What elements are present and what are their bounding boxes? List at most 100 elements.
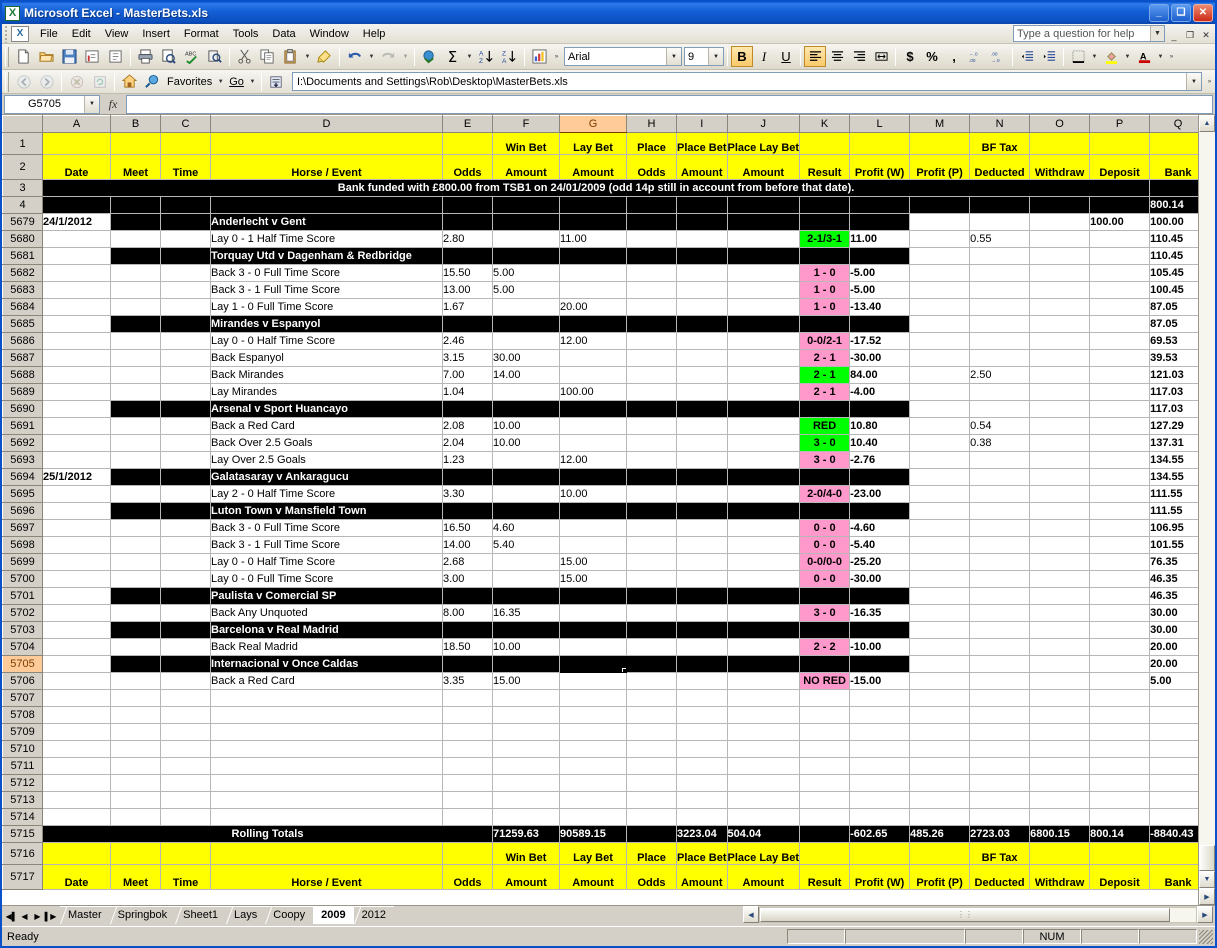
font-color-dropdown-icon[interactable]: ▼ — [1155, 46, 1166, 68]
grid-cell-f5680[interactable] — [492, 230, 560, 248]
grid-cell-j5687[interactable] — [727, 349, 801, 367]
row-header-4[interactable]: 4 — [2, 196, 43, 214]
grid-cell-d5681[interactable]: Torquay Utd v Dagenham & Redbridge — [210, 247, 443, 265]
grid-cell-d5685[interactable]: Mirandes v Espanyol — [210, 315, 443, 333]
grid-cell-e5687[interactable]: 3.15 — [442, 349, 493, 367]
grid-cell-e5711[interactable] — [442, 757, 493, 775]
chart-wizard-icon[interactable] — [528, 46, 551, 68]
grid-cell-n5705[interactable] — [969, 655, 1031, 673]
grid-cell-f5697[interactable]: 4.60 — [492, 519, 560, 537]
grid-cell-a5698[interactable] — [42, 536, 111, 554]
grid-cell-c5679[interactable] — [160, 213, 211, 231]
row-header-5684[interactable]: 5684 — [2, 298, 43, 316]
grid-cell-i5698[interactable] — [676, 536, 728, 554]
grid-cell-e5690[interactable] — [442, 400, 493, 418]
grid-cell-f5713[interactable] — [492, 791, 560, 809]
header-top-i[interactable]: Place Bet — [676, 132, 728, 155]
undo-dropdown-icon[interactable]: ▼ — [366, 46, 377, 68]
grid-cell-n5684[interactable] — [969, 298, 1031, 316]
column-header-m[interactable]: M — [909, 115, 971, 133]
grid-cell-l5695[interactable]: -23.00 — [849, 485, 911, 503]
row-header-5707[interactable]: 5707 — [2, 689, 43, 707]
grid-cell-a5694[interactable]: 25/1/2012 — [42, 468, 111, 486]
grid-cell-m5687[interactable] — [909, 349, 971, 367]
grid-cell-c5697[interactable] — [160, 519, 211, 537]
grid-cell-c5700[interactable] — [160, 570, 211, 588]
row-header-5680[interactable]: 5680 — [2, 230, 43, 248]
grid-cell-e5706[interactable]: 3.35 — [442, 672, 493, 690]
open-icon[interactable] — [35, 46, 58, 68]
grid-cell-b5679[interactable] — [110, 213, 161, 231]
grid-cell-n5694[interactable] — [969, 468, 1031, 486]
grid-cell-b5712[interactable] — [110, 774, 161, 792]
grid-cell-g5711[interactable] — [559, 757, 627, 775]
grid-cell-a5699[interactable] — [42, 553, 111, 571]
permission-icon[interactable] — [104, 46, 127, 68]
grid-cell-d5714[interactable] — [210, 808, 443, 826]
grid-cell-l5703[interactable] — [849, 621, 911, 639]
menu-item-file[interactable]: File — [33, 26, 65, 42]
row-header-5715[interactable]: 5715 — [2, 825, 43, 843]
grid-cell-g5708[interactable] — [559, 706, 627, 724]
grid-cell-i5713[interactable] — [676, 791, 728, 809]
column-title-i[interactable]: Amount — [676, 154, 728, 180]
grid-cell-k5706[interactable]: NO RED — [799, 672, 851, 690]
grid-cell-d5699[interactable]: Lay 0 - 0 Half Time Score — [210, 553, 443, 571]
menu-item-help[interactable]: Help — [356, 26, 393, 42]
grid-cell-d5680[interactable]: Lay 0 - 1 Half Time Score — [210, 230, 443, 248]
grid-cell-c5681[interactable] — [160, 247, 211, 265]
grid-cell-m5697[interactable] — [909, 519, 971, 537]
grid-cell-e5686[interactable]: 2.46 — [442, 332, 493, 350]
grid-cell-o5687[interactable] — [1029, 349, 1091, 367]
grid-cell-j5695[interactable] — [727, 485, 801, 503]
grid-cell-c5682[interactable] — [160, 264, 211, 282]
grid-cell-f5691[interactable]: 10.00 — [492, 417, 560, 435]
copy-icon[interactable] — [256, 46, 279, 68]
grid-cell-d5682[interactable]: Back 3 - 0 Full Time Score — [210, 264, 443, 282]
footer-header-top-m[interactable] — [909, 842, 971, 865]
grid-cell-a5683[interactable] — [42, 281, 111, 299]
hscroll-thumb[interactable]: ⋮⋮ — [760, 907, 1170, 922]
grid-cell-e5699[interactable]: 2.68 — [442, 553, 493, 571]
grid-cell-p5701[interactable] — [1089, 587, 1151, 605]
grid-cell-l5684[interactable]: -13.40 — [849, 298, 911, 316]
grid-cell-l5700[interactable]: -30.00 — [849, 570, 911, 588]
row-header-5698[interactable]: 5698 — [2, 536, 43, 554]
grid-cell-m5714[interactable] — [909, 808, 971, 826]
grid-cell-c5686[interactable] — [160, 332, 211, 350]
grid-cell-j5680[interactable] — [727, 230, 801, 248]
grid-cell-g5699[interactable]: 15.00 — [559, 553, 627, 571]
grid-cell-g5696[interactable] — [559, 502, 627, 520]
new-icon[interactable] — [12, 46, 35, 68]
grid-cell-l5687[interactable]: -30.00 — [849, 349, 911, 367]
grid-cell-i5711[interactable] — [676, 757, 728, 775]
grid-cell-h5709[interactable] — [626, 723, 677, 741]
grid-cell-n4[interactable] — [969, 196, 1031, 214]
grid-cell-k5683[interactable]: 1 - 0 — [799, 281, 851, 299]
grid-cell-b5689[interactable] — [110, 383, 161, 401]
grid-cell-j5699[interactable] — [727, 553, 801, 571]
grid-cell-g4[interactable] — [559, 196, 627, 214]
grid-cell-k5703[interactable] — [799, 621, 851, 639]
grid-cell-i5680[interactable] — [676, 230, 728, 248]
grid-cell-j5691[interactable] — [727, 417, 801, 435]
grid-cell-h5705[interactable] — [626, 655, 677, 673]
grid-cell-g5709[interactable] — [559, 723, 627, 741]
grid-cell-h5693[interactable] — [626, 451, 677, 469]
grid-cell-m4[interactable] — [909, 196, 971, 214]
row-header-5708[interactable]: 5708 — [2, 706, 43, 724]
grid-cell-l5681[interactable] — [849, 247, 911, 265]
grid-cell-m5713[interactable] — [909, 791, 971, 809]
grid-cell-n5711[interactable] — [969, 757, 1031, 775]
grid-cell-p5684[interactable] — [1089, 298, 1151, 316]
grid-cell-o5701[interactable] — [1029, 587, 1091, 605]
grid-cell-a5707[interactable] — [42, 689, 111, 707]
grid-cell-p5690[interactable] — [1089, 400, 1151, 418]
header-top-m[interactable] — [909, 132, 971, 155]
row-header-5688[interactable]: 5688 — [2, 366, 43, 384]
grid-cell-e5694[interactable] — [442, 468, 493, 486]
grid-cell-o5713[interactable] — [1029, 791, 1091, 809]
grid-cell-k5690[interactable] — [799, 400, 851, 418]
rolling-total-tax[interactable]: 2723.03 — [969, 825, 1031, 843]
grid-cell-k5710[interactable] — [799, 740, 851, 758]
